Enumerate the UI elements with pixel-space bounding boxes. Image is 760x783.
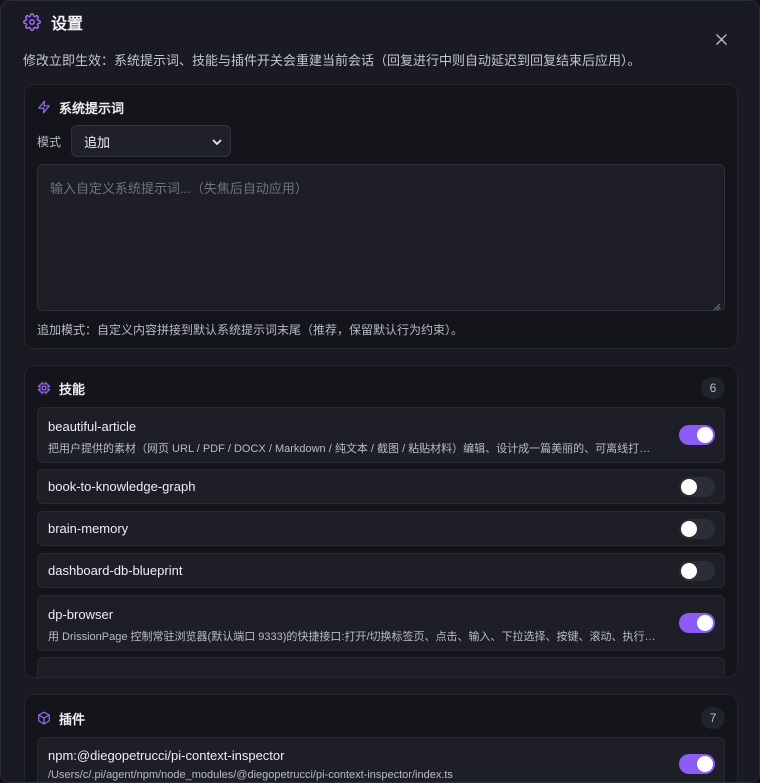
dialog-header: 设置: [23, 11, 83, 33]
skills-count-badge: 6: [701, 377, 725, 399]
plugin-path: /Users/c/.pi/agent/npm/node_modules/@die…: [48, 769, 453, 781]
skill-item-book-to-knowledge-graph: book-to-knowledge-graph: [37, 469, 725, 504]
skill-name: dp-browser: [48, 607, 114, 622]
cube-icon: [37, 711, 51, 725]
skill-name: book-to-knowledge-graph: [48, 479, 196, 494]
plugins-count-badge: 7: [701, 707, 725, 729]
skill-item-partial: [37, 657, 725, 677]
resize-grip-icon[interactable]: [713, 299, 721, 311]
skills-header: 技能 6: [37, 377, 725, 399]
mode-select[interactable]: 追加: [71, 125, 231, 157]
skill-toggle-book-to-knowledge-graph[interactable]: [679, 477, 715, 497]
skill-item-dashboard-db-blueprint: dashboard-db-blueprint: [37, 553, 725, 588]
skills-card: 技能 6 beautiful-article 把用户提供的素材（网页 URL /…: [24, 365, 738, 678]
skill-name: brain-memory: [48, 521, 129, 536]
skill-item-brain-memory: brain-memory: [37, 511, 725, 546]
skill-item-dp-browser: dp-browser 用 DrissionPage 控制常驻浏览器(默认端口 9…: [37, 595, 725, 651]
skill-description: 把用户提供的素材（网页 URL / PDF / DOCX / Markdown …: [48, 443, 658, 455]
skill-item-beautiful-article: beautiful-article 把用户提供的素材（网页 URL / PDF …: [37, 407, 725, 463]
toggle-knob: [697, 756, 713, 772]
settings-notice: 修改立即生效：系统提示词、技能与插件开关会重建当前会话（回复进行中则自动延迟到回…: [23, 53, 641, 68]
toggle-knob: [697, 427, 713, 443]
toggle-knob: [681, 479, 697, 495]
mode-select-value: 追加: [84, 134, 111, 150]
toggle-knob: [697, 615, 713, 631]
plugin-name: npm:@diegopetrucci/pi-context-inspector: [48, 748, 285, 763]
system-prompt-title: 系统提示词: [59, 100, 125, 116]
gear-icon: [23, 13, 41, 31]
plugin-item-pi-context-inspector: npm:@diegopetrucci/pi-context-inspector …: [37, 737, 725, 782]
mode-hint: 追加模式：自定义内容拼接到默认系统提示词末尾（推荐，保留默认行为约束）。: [37, 323, 464, 337]
system-prompt-textarea[interactable]: 输入自定义系统提示词...（失焦后自动应用）: [37, 164, 725, 311]
skill-toggle-brain-memory[interactable]: [679, 519, 715, 539]
skill-toggle-dp-browser[interactable]: [679, 613, 715, 633]
skill-name: dashboard-db-blueprint: [48, 563, 183, 578]
skill-toggle-beautiful-article[interactable]: [679, 425, 715, 445]
chevron-down-icon: [211, 135, 223, 147]
settings-dialog: 设置 修改立即生效：系统提示词、技能与插件开关会重建当前会话（回复进行中则自动延…: [0, 0, 760, 783]
bolt-icon: [37, 100, 51, 114]
plugins-title: 插件: [59, 711, 86, 727]
close-icon: [715, 32, 727, 50]
skills-title: 技能: [59, 381, 86, 397]
system-prompt-placeholder: 输入自定义系统提示词...（失焦后自动应用）: [50, 181, 308, 196]
skill-description: 用 DrissionPage 控制常驻浏览器(默认端口 9333)的快捷接口:打…: [48, 631, 658, 643]
skill-name: beautiful-article: [48, 419, 137, 434]
toggle-knob: [681, 521, 697, 537]
mode-label: 模式: [37, 135, 62, 149]
system-prompt-card: 系统提示词 模式 追加 输入自定义系统提示词...（失焦后自动应用） 追加模式：…: [24, 84, 738, 349]
toggle-knob: [681, 563, 697, 579]
skill-toggle-dashboard-db-blueprint[interactable]: [679, 561, 715, 581]
cpu-chip-icon: [37, 381, 51, 395]
close-button[interactable]: [713, 33, 729, 49]
plugins-header: 插件 7: [37, 707, 725, 729]
plugins-card: 插件 7 npm:@diegopetrucci/pi-context-inspe…: [24, 694, 738, 782]
plugin-toggle-pi-context-inspector[interactable]: [679, 754, 715, 774]
system-prompt-header: 系统提示词: [37, 96, 725, 118]
dialog-title: 设置: [51, 16, 84, 33]
